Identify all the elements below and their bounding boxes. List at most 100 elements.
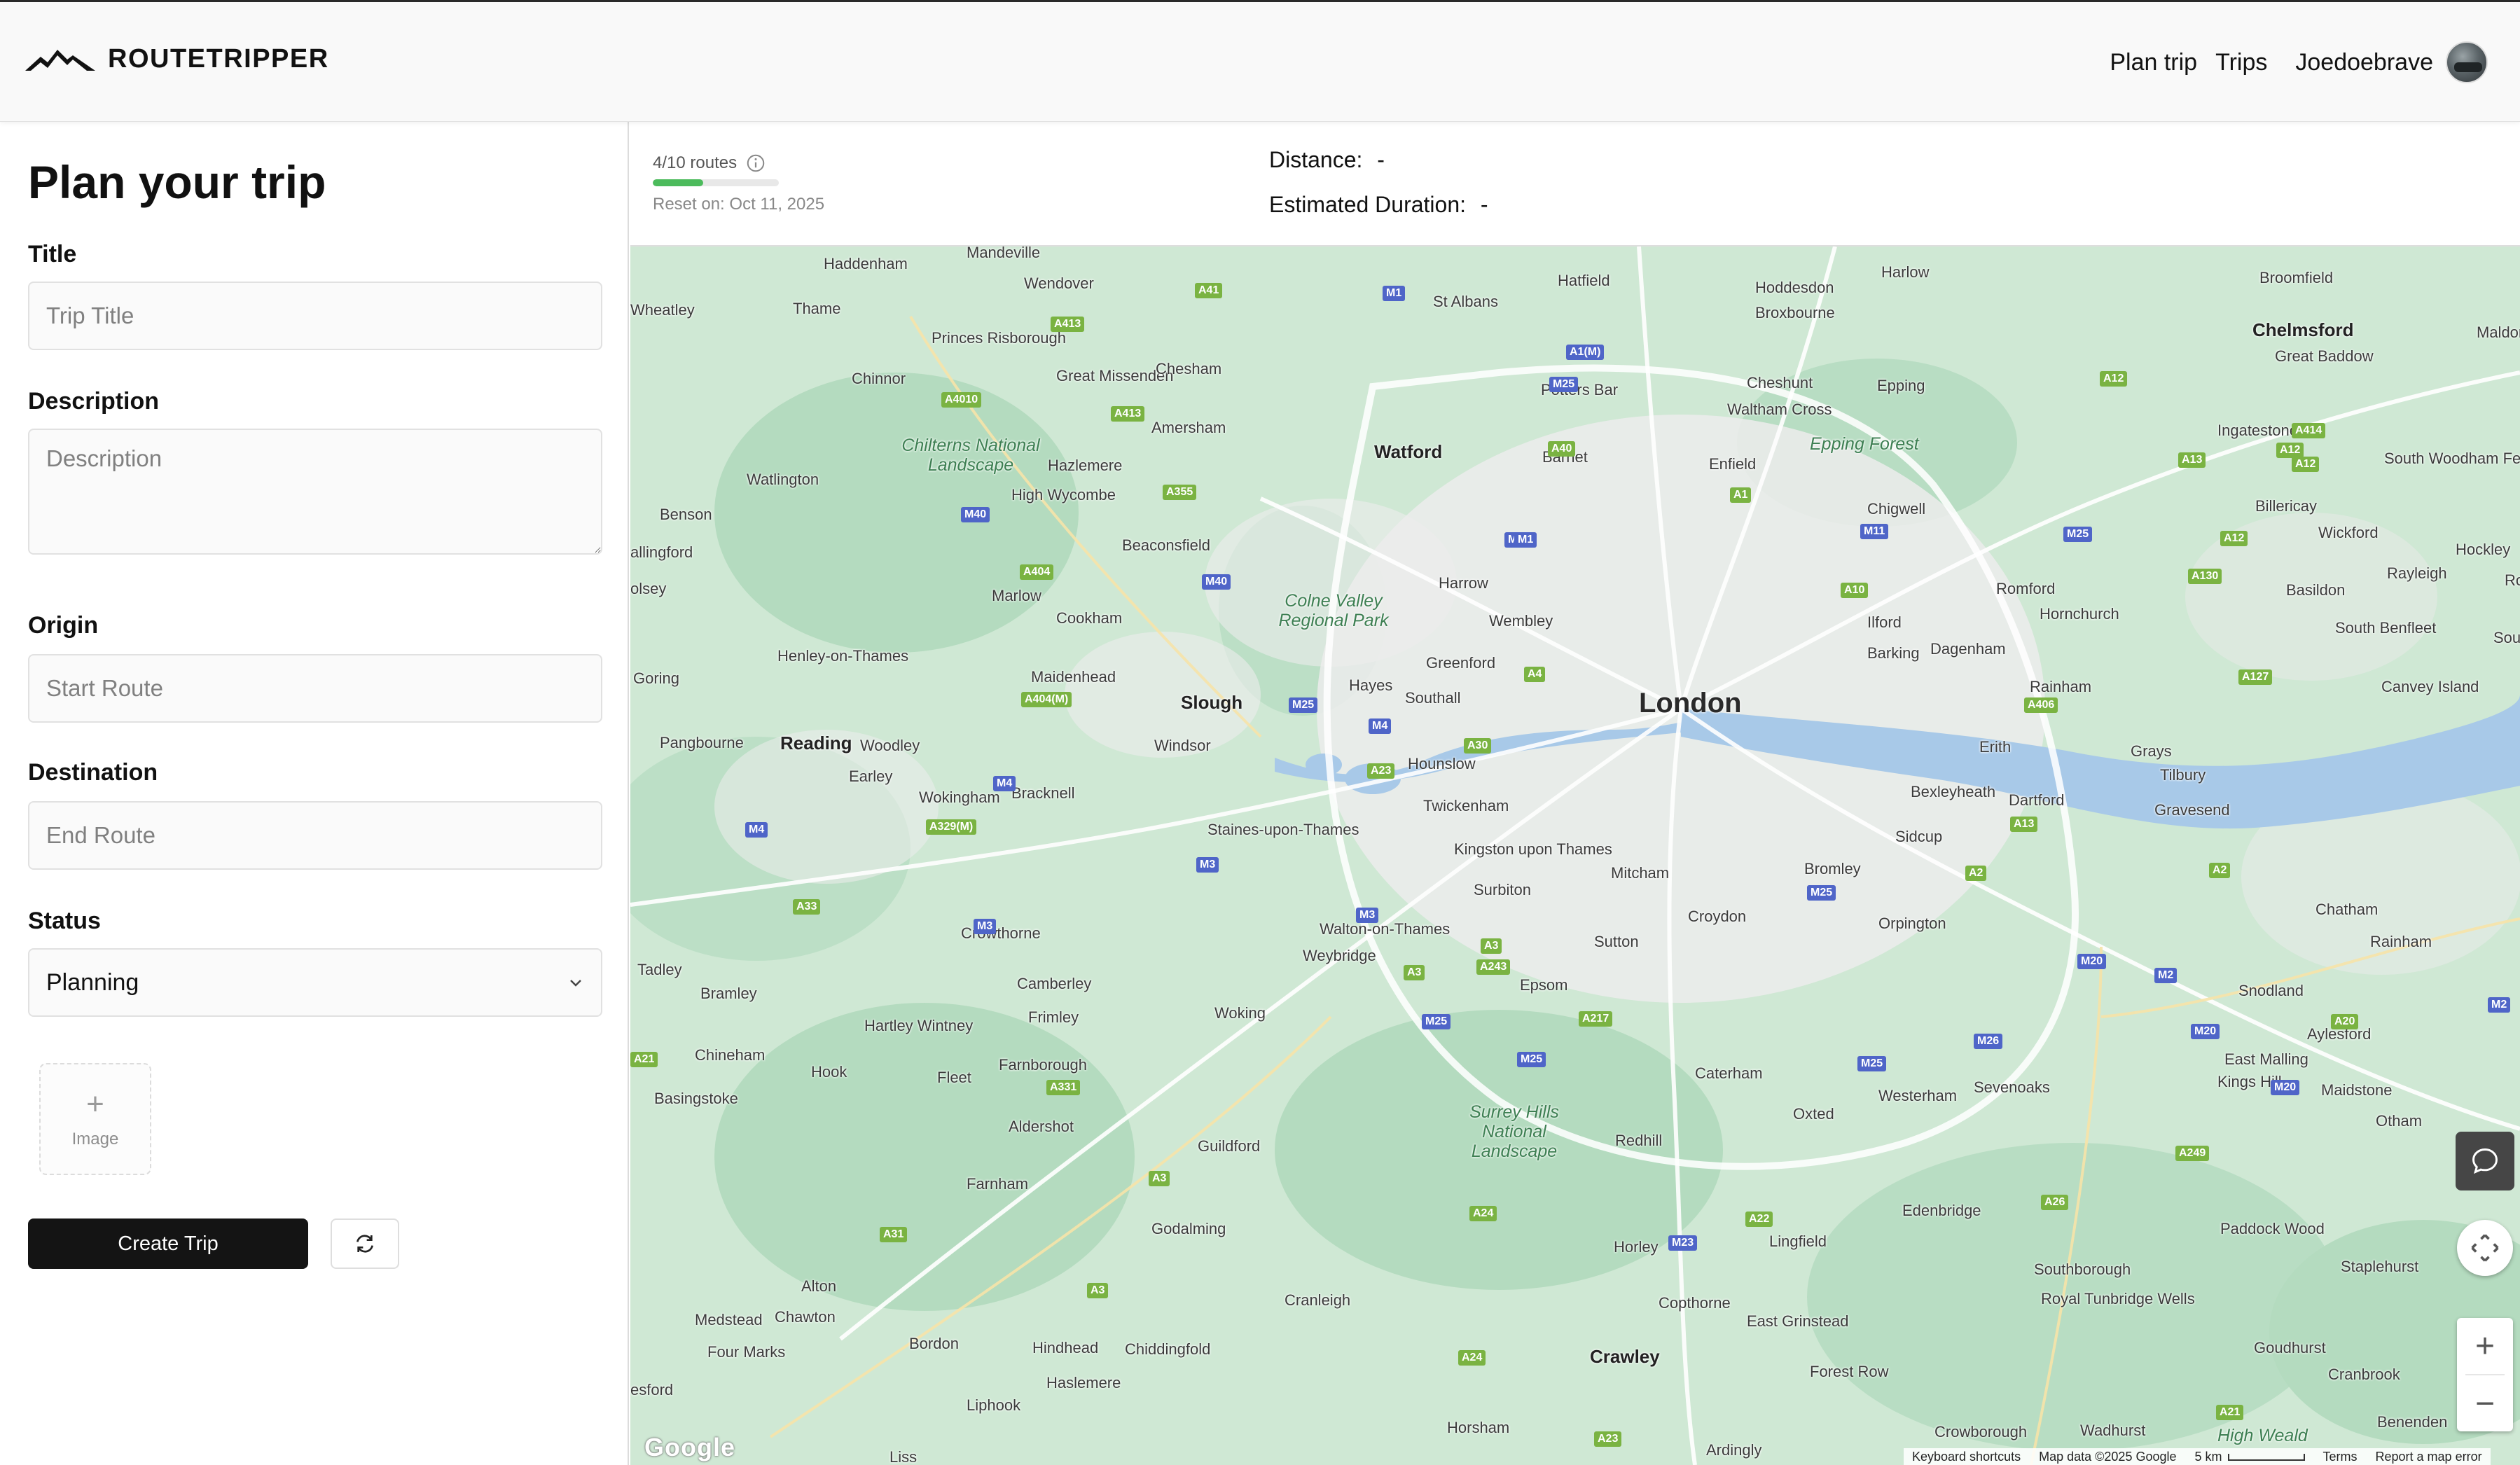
map-place-label: Crawley: [1590, 1346, 1660, 1367]
map-place-label: Haddenham: [824, 255, 908, 272]
road-shield: A40: [1548, 441, 1576, 457]
road-shield: A12: [2100, 371, 2128, 387]
image-upload[interactable]: + Image: [39, 1063, 151, 1175]
move-arrows-icon: [2471, 1234, 2499, 1262]
map-place-label: Rainham: [2370, 933, 2432, 950]
map-place-label: Bordon: [909, 1335, 959, 1352]
nav-plan-trip[interactable]: Plan trip: [2110, 49, 2197, 76]
map-park-label: Colne Valley Regional Park: [1278, 591, 1389, 630]
road-shield: M1: [1514, 532, 1537, 548]
user-name[interactable]: Joedoebrave: [2295, 49, 2433, 76]
road-shield: A10: [1841, 583, 1869, 598]
road-shield: M25: [1422, 1014, 1451, 1029]
distance-value: -: [1377, 147, 1385, 172]
map-place-label: High Wycombe: [1011, 486, 1116, 504]
map-place-label: Liss: [889, 1448, 918, 1465]
road-shield: A217: [1579, 1011, 1613, 1027]
map-place-label: Dagenham: [1930, 640, 2006, 658]
map-place-label: Marlow: [992, 587, 1041, 604]
road-shield: A12: [2276, 443, 2304, 458]
zoom-in-button[interactable]: +: [2457, 1318, 2513, 1374]
road-shield: A4: [1524, 667, 1546, 682]
map-place-label: Hayes: [1349, 676, 1393, 694]
map-place-label: Chiddingfold: [1125, 1340, 1211, 1358]
duration-stat: Estimated Duration: -: [1269, 192, 1488, 218]
road-shield: A329(M): [926, 819, 977, 835]
map-place-label: Harrow: [1439, 574, 1488, 592]
map-place-label: Windsor: [1154, 737, 1211, 754]
origin-input[interactable]: [28, 654, 602, 723]
map-place-label: Great Baddow: [2275, 347, 2374, 365]
map-place-label: Wendover: [1024, 275, 1094, 292]
road-shield: A331: [1046, 1080, 1081, 1095]
duration-value: -: [1480, 192, 1488, 217]
map-place-label: East Malling: [2224, 1050, 2308, 1068]
road-shield: A1(M): [1566, 345, 1605, 360]
map-place-label: Goudhurst: [2254, 1339, 2326, 1356]
map-place-label: Sutton: [1594, 933, 1639, 950]
road-shield: A12: [2220, 531, 2248, 546]
map-park-label: High Weald: [2217, 1426, 2308, 1445]
map-place-label: Horsham: [1447, 1419, 1510, 1436]
map-attribution: Keyboard shortcuts Map data ©2025 Google…: [1904, 1448, 2491, 1465]
map[interactable]: London Watford Slough Reading Chelmsford Craw…: [630, 247, 2520, 1465]
road-shield: M40: [961, 507, 990, 522]
map-place-label: Medstead: [695, 1311, 763, 1328]
map-place-label: Erith: [1979, 738, 2012, 756]
road-shield: A414: [2292, 423, 2326, 438]
map-place-label: Forest Row: [1810, 1363, 1889, 1380]
road-shield: A41: [1195, 283, 1223, 298]
map-place-label: Maldon: [2477, 324, 2520, 341]
report-error-link[interactable]: Report a map error: [2376, 1450, 2482, 1464]
brand[interactable]: ROUTETRIPPER: [25, 44, 329, 74]
road-shield: A23: [1594, 1431, 1622, 1447]
road-shield: M20: [2271, 1080, 2300, 1095]
road-shield: A12: [2292, 457, 2320, 472]
status-label: Status: [28, 908, 101, 934]
origin-label: Origin: [28, 612, 99, 639]
road-shield: M4: [993, 776, 1016, 791]
title-input[interactable]: [28, 282, 602, 350]
routes-count: 4/10 routes: [653, 153, 738, 172]
destination-input[interactable]: [28, 801, 602, 870]
map-place-label: Farnborough: [999, 1056, 1087, 1074]
chat-button[interactable]: [2456, 1132, 2514, 1190]
map-place-label: Epsom: [1520, 976, 1568, 994]
map-place-label: Canvey Island: [2381, 678, 2479, 695]
description-textarea[interactable]: [28, 429, 602, 555]
map-place-label: Billericay: [2255, 497, 2318, 515]
recenter-button[interactable]: [2457, 1220, 2513, 1276]
map-place-label: Kingston upon Thames: [1454, 840, 1612, 858]
map-place-label: Paddock Wood: [2220, 1220, 2325, 1237]
create-trip-button[interactable]: Create Trip: [28, 1218, 308, 1269]
map-park-label: Surrey Hills National Landscape: [1469, 1102, 1559, 1161]
road-shield: A355: [1163, 485, 1197, 500]
map-place-label: Ilford: [1867, 613, 1902, 631]
map-place-label: Southborough: [2034, 1261, 2131, 1278]
zoom-out-button[interactable]: −: [2457, 1375, 2513, 1431]
info-icon[interactable]: [745, 153, 766, 174]
status-select[interactable]: Planning: [28, 948, 602, 1017]
reset-date: Reset on: Oct 11, 2025: [653, 195, 825, 214]
avatar[interactable]: [2446, 41, 2488, 83]
road-shield: A22: [1745, 1211, 1773, 1227]
road-shield: M2: [2488, 997, 2511, 1013]
description-label: Description: [28, 388, 160, 415]
refresh-button[interactable]: [331, 1218, 399, 1269]
map-place-label: Rayleigh: [2387, 564, 2447, 582]
map-place-label: Bromley: [1804, 860, 1861, 877]
title-label: Title: [28, 241, 77, 268]
nav-trips[interactable]: Trips: [2215, 49, 2267, 76]
road-shield: A2: [2209, 863, 2231, 878]
road-shield: M25: [1289, 697, 1318, 713]
map-place-label: Broomfield: [2259, 269, 2334, 286]
map-place-label: Hartley Wintney: [864, 1017, 974, 1034]
map-place-label: Southall: [1405, 689, 1461, 707]
keyboard-shortcuts-link[interactable]: Keyboard shortcuts: [1912, 1450, 2021, 1464]
road-shield: A413: [1051, 317, 1085, 332]
terms-link[interactable]: Terms: [2323, 1450, 2358, 1464]
trip-form-panel: Plan your trip Title Description Origin …: [0, 122, 629, 1465]
map-place-label: Twickenham: [1423, 797, 1509, 814]
status-value: Planning: [46, 968, 139, 996]
map-place-label: Otham: [2376, 1112, 2423, 1130]
